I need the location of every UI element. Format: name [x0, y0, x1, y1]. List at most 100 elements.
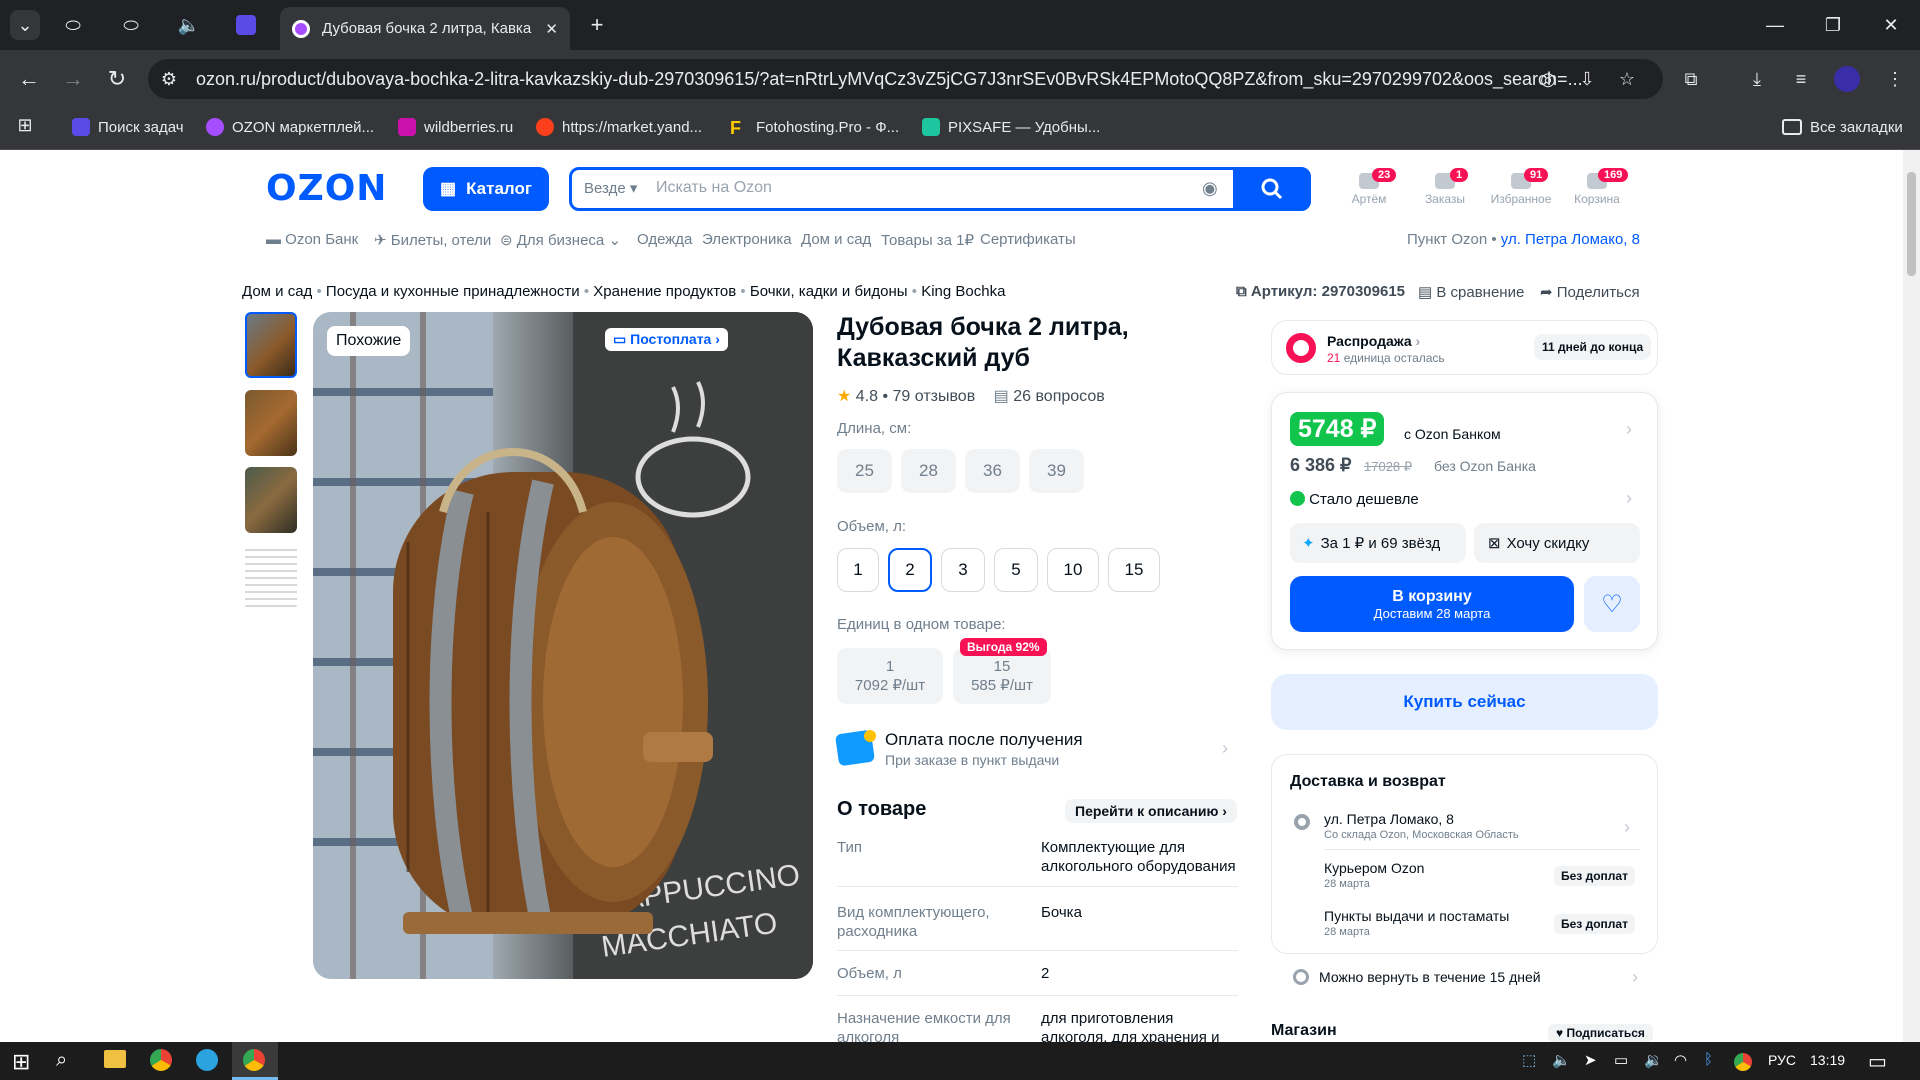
bookmark-item[interactable]: https://market.yand... [536, 112, 702, 142]
subscribe-button[interactable]: ♥ Подписаться [1548, 1024, 1653, 1042]
length-option[interactable]: 25 [837, 449, 892, 493]
active-tab[interactable]: Дубовая бочка 2 литра, Кавка ✕ [280, 7, 570, 50]
gallery-thumbnail[interactable] [245, 544, 297, 610]
forward-icon[interactable]: → [58, 64, 88, 94]
chevron-right-icon[interactable]: › [1222, 738, 1228, 759]
minimize-icon[interactable]: — [1760, 10, 1790, 40]
buy-now-button[interactable]: Купить сейчас [1271, 674, 1658, 730]
header-profile[interactable]: Артём 23 [1334, 168, 1404, 206]
ozon-logo[interactable]: OZON [266, 168, 387, 209]
units-option[interactable]: 1 7092 ₽/шт [837, 648, 943, 704]
file-explorer-icon[interactable] [104, 1050, 126, 1068]
nav-item[interactable]: Товары за 1₽ [881, 231, 974, 249]
pinned-tab-icon[interactable]: 🔈 [176, 12, 202, 38]
length-option[interactable]: 36 [965, 449, 1020, 493]
chrome-tray-icon[interactable] [1734, 1053, 1752, 1071]
nav-item[interactable]: Одежда [637, 231, 692, 248]
nav-item[interactable]: ✈ Билеты, отели [374, 231, 491, 249]
breadcrumb-item[interactable]: King Bochka [921, 283, 1005, 300]
search-input[interactable]: Искать на Ozon [656, 179, 772, 197]
cheaper-line[interactable]: Стало дешевле [1290, 491, 1419, 508]
length-option[interactable]: 39 [1029, 449, 1084, 493]
bookmark-item[interactable]: PIXSAFE — Удобны... [922, 112, 1100, 142]
volume-option[interactable]: 10 [1047, 548, 1099, 592]
battery-icon[interactable]: ▭ [1614, 1051, 1628, 1069]
search-button[interactable] [1233, 167, 1311, 211]
search-icon[interactable]: ⌕ [56, 1049, 67, 1072]
downloads-icon[interactable]: ⤓ [1742, 64, 1772, 94]
install-app-icon[interactable]: ⇩ [1572, 64, 1602, 94]
rating-line[interactable]: ★ 4.8 • 79 отзывов ▤ 26 вопросов [837, 386, 1105, 406]
bookmark-item[interactable]: wildberries.ru [398, 112, 513, 142]
compare-link[interactable]: ▤ В сравнение [1418, 283, 1524, 301]
back-icon[interactable]: ← [14, 64, 44, 94]
bookmark-star-icon[interactable]: ☆ [1612, 64, 1642, 94]
pinned-tab-icon[interactable]: ⬭ [118, 12, 144, 38]
breadcrumb-item[interactable]: Бочки, кадки и бидоны [750, 283, 908, 300]
pinned-tab-icon[interactable]: ⬭ [60, 12, 86, 38]
notifications-icon[interactable]: ▭ [1868, 1049, 1887, 1074]
all-bookmarks[interactable]: Все закладки [1782, 112, 1903, 142]
return-policy[interactable]: Можно вернуть в течение 15 дней › [1271, 960, 1658, 994]
nav-item[interactable]: Электроника [702, 231, 792, 248]
gallery-thumbnail[interactable] [245, 312, 297, 378]
chevron-right-icon[interactable]: › [1626, 488, 1632, 509]
breadcrumb-item[interactable]: Посуда и кухонные принадлежности [326, 283, 580, 300]
favorite-heart-icon[interactable]: ♡ [1584, 576, 1640, 632]
nav-item[interactable]: Дом и сад [801, 231, 871, 248]
go-to-description-link[interactable]: Перейти к описанию › [1065, 799, 1237, 823]
extensions-icon[interactable]: ⧉ [1676, 64, 1706, 94]
header-favorites[interactable]: Избранное 91 [1486, 168, 1556, 206]
telegram-tray-icon[interactable]: ➤ [1584, 1051, 1597, 1069]
volume-option-selected[interactable]: 2 [888, 548, 932, 592]
pinned-tab-icon[interactable] [236, 15, 256, 35]
similar-button[interactable]: Похожие [327, 326, 411, 356]
breadcrumb-item[interactable]: Хранение продуктов [593, 283, 736, 300]
payment-title[interactable]: Оплата после получения [885, 730, 1083, 750]
breadcrumb-item[interactable]: Дом и сад [242, 283, 312, 300]
product-photo[interactable]: CAPPUCCINO MACCHIATO Похожие ▭ Постоплат… [313, 312, 813, 979]
courier-option[interactable]: Курьером Ozon [1324, 860, 1424, 876]
tray-icon[interactable]: 🔈 [1552, 1051, 1571, 1069]
stars-payment-button[interactable]: ✦ За 1 ₽ и 69 звёзд [1290, 523, 1466, 563]
bookmark-item[interactable]: F Fotohosting.Pro - Ф... [730, 112, 899, 142]
clock[interactable]: 13:19 [1810, 1052, 1845, 1068]
tab-search-icon[interactable]: ⌄ [10, 10, 40, 40]
units-option[interactable]: 15 585 ₽/шт [953, 648, 1051, 704]
sale-banner[interactable]: Распродажа › 21 единица осталась 11 дней… [1271, 320, 1658, 375]
bookmark-item[interactable]: OZON маркетплей... [206, 112, 374, 142]
chevron-right-icon[interactable]: › [1624, 817, 1630, 838]
volume-option[interactable]: 3 [941, 548, 985, 592]
postpay-badge[interactable]: ▭ Постоплата › [605, 328, 728, 351]
site-info-icon[interactable]: ⚙ [156, 66, 182, 92]
volume-option[interactable]: 5 [994, 548, 1038, 592]
nav-item[interactable]: ⊜ Для бизнеса ⌄ [500, 231, 621, 249]
pickup-option[interactable]: Пункты выдачи и постаматы [1324, 908, 1509, 924]
chevron-right-icon[interactable]: › [1626, 419, 1632, 440]
bookmark-item[interactable]: Поиск задач [72, 112, 184, 142]
camera-icon[interactable]: ◉ [1202, 178, 1218, 199]
reload-icon[interactable]: ↻ [102, 64, 132, 94]
share-link[interactable]: ➦ Поделиться [1540, 283, 1640, 301]
pickup-point[interactable]: Пункт Ozon • ул. Петра Ломако, 8 [1407, 231, 1640, 248]
header-cart[interactable]: Корзина 169 [1562, 168, 1632, 206]
windows-start-icon[interactable]: ⊞ [12, 1049, 30, 1075]
menu-icon[interactable]: ⋮ [1880, 64, 1910, 94]
scrollbar-thumb[interactable] [1907, 172, 1916, 276]
url-field[interactable]: ozon.ru/product/dubovaya-bochka-2-litra-… [148, 59, 1663, 99]
apps-grid-icon[interactable]: ⊞ [12, 112, 38, 138]
restore-icon[interactable]: ❐ [1818, 10, 1848, 40]
want-discount-button[interactable]: ⊠ Хочу скидку [1474, 523, 1640, 563]
language-indicator[interactable]: РУС [1768, 1052, 1796, 1068]
media-icon[interactable]: ≡ [1786, 64, 1816, 94]
catalog-button[interactable]: ▦ Каталог [423, 167, 549, 211]
search-box[interactable]: Везде ▾ Искать на Ozon ◉ [569, 167, 1311, 211]
article-number[interactable]: ⧉ Артикул: 2970309615 [1236, 283, 1405, 300]
volume-option[interactable]: 1 [837, 548, 879, 592]
privacy-icon[interactable]: ◎ [1533, 64, 1563, 94]
length-option[interactable]: 28 [901, 449, 956, 493]
wifi-icon[interactable]: ◠ [1674, 1051, 1687, 1069]
gallery-thumbnail[interactable] [245, 390, 297, 456]
add-to-cart-button[interactable]: В корзину Доставим 28 марта [1290, 576, 1574, 632]
volume-icon[interactable]: 🔉 [1644, 1051, 1663, 1069]
